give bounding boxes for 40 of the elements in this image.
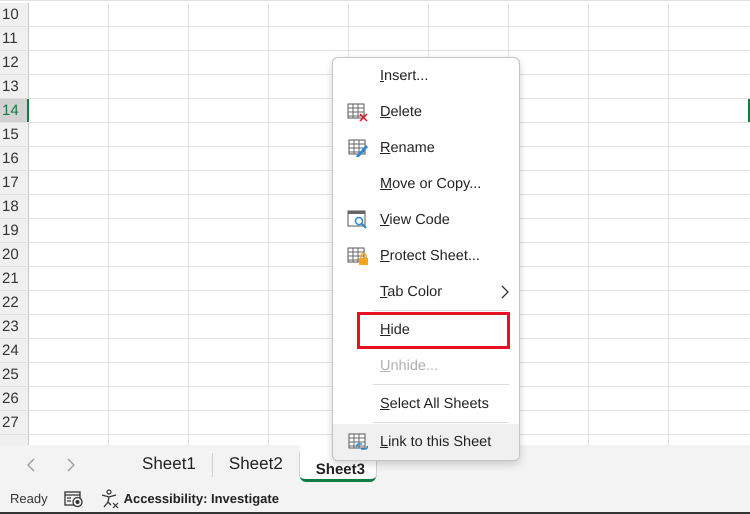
status-text: Ready <box>10 491 48 506</box>
table-link-icon <box>348 432 368 452</box>
window-magnifier-icon <box>346 210 368 230</box>
row-header[interactable]: 18 <box>0 195 29 218</box>
sheet-tab[interactable]: Sheet2 <box>212 445 299 485</box>
accessibility-status[interactable]: Accessibility: Investigate <box>124 491 279 506</box>
delete-table-icon <box>346 102 368 122</box>
menu-item[interactable]: Insert... <box>333 58 519 94</box>
row-header[interactable]: 12 <box>0 51 29 74</box>
menu-item[interactable]: Rename <box>333 130 519 166</box>
chevron-left-icon <box>27 458 35 472</box>
edit-table-icon <box>348 138 368 158</box>
row-header[interactable]: 10 <box>0 3 29 26</box>
row-header[interactable]: 15 <box>0 123 29 146</box>
row-header[interactable]: 21 <box>0 267 29 290</box>
table-lock-icon <box>346 246 368 266</box>
row-header[interactable]: 19 <box>0 219 29 242</box>
row-header[interactable]: 17 <box>0 171 29 194</box>
row-header[interactable]: 20 <box>0 243 29 266</box>
row-header[interactable]: 13 <box>0 75 29 98</box>
sheet-tab[interactable]: Sheet1 <box>126 445 212 485</box>
menu-item[interactable]: Protect Sheet... <box>333 238 519 274</box>
row-header[interactable]: 27 <box>0 411 29 434</box>
chevron-right-icon <box>67 458 75 472</box>
record-macro-icon <box>64 490 84 508</box>
row-header[interactable]: 25 <box>0 363 29 386</box>
row-header[interactable]: 11 <box>0 27 29 50</box>
accessibility-icon <box>100 488 120 508</box>
row-header[interactable]: 16 <box>0 147 29 170</box>
row-header[interactable]: 24 <box>0 339 29 362</box>
menu-item[interactable]: Link to this Sheet <box>333 424 519 460</box>
row-header[interactable]: 23 <box>0 315 29 338</box>
row-header[interactable]: 22 <box>0 291 29 314</box>
menu-item[interactable]: Hide <box>333 312 519 348</box>
menu-item[interactable]: View Code <box>333 202 519 238</box>
menu-item[interactable]: Select All Sheets <box>333 386 519 422</box>
row-header[interactable]: 26 <box>0 387 29 410</box>
menu-item[interactable]: Move or Copy... <box>333 166 519 202</box>
menu-item[interactable]: Delete <box>333 94 519 130</box>
menu-item[interactable]: Tab Color <box>333 274 519 310</box>
